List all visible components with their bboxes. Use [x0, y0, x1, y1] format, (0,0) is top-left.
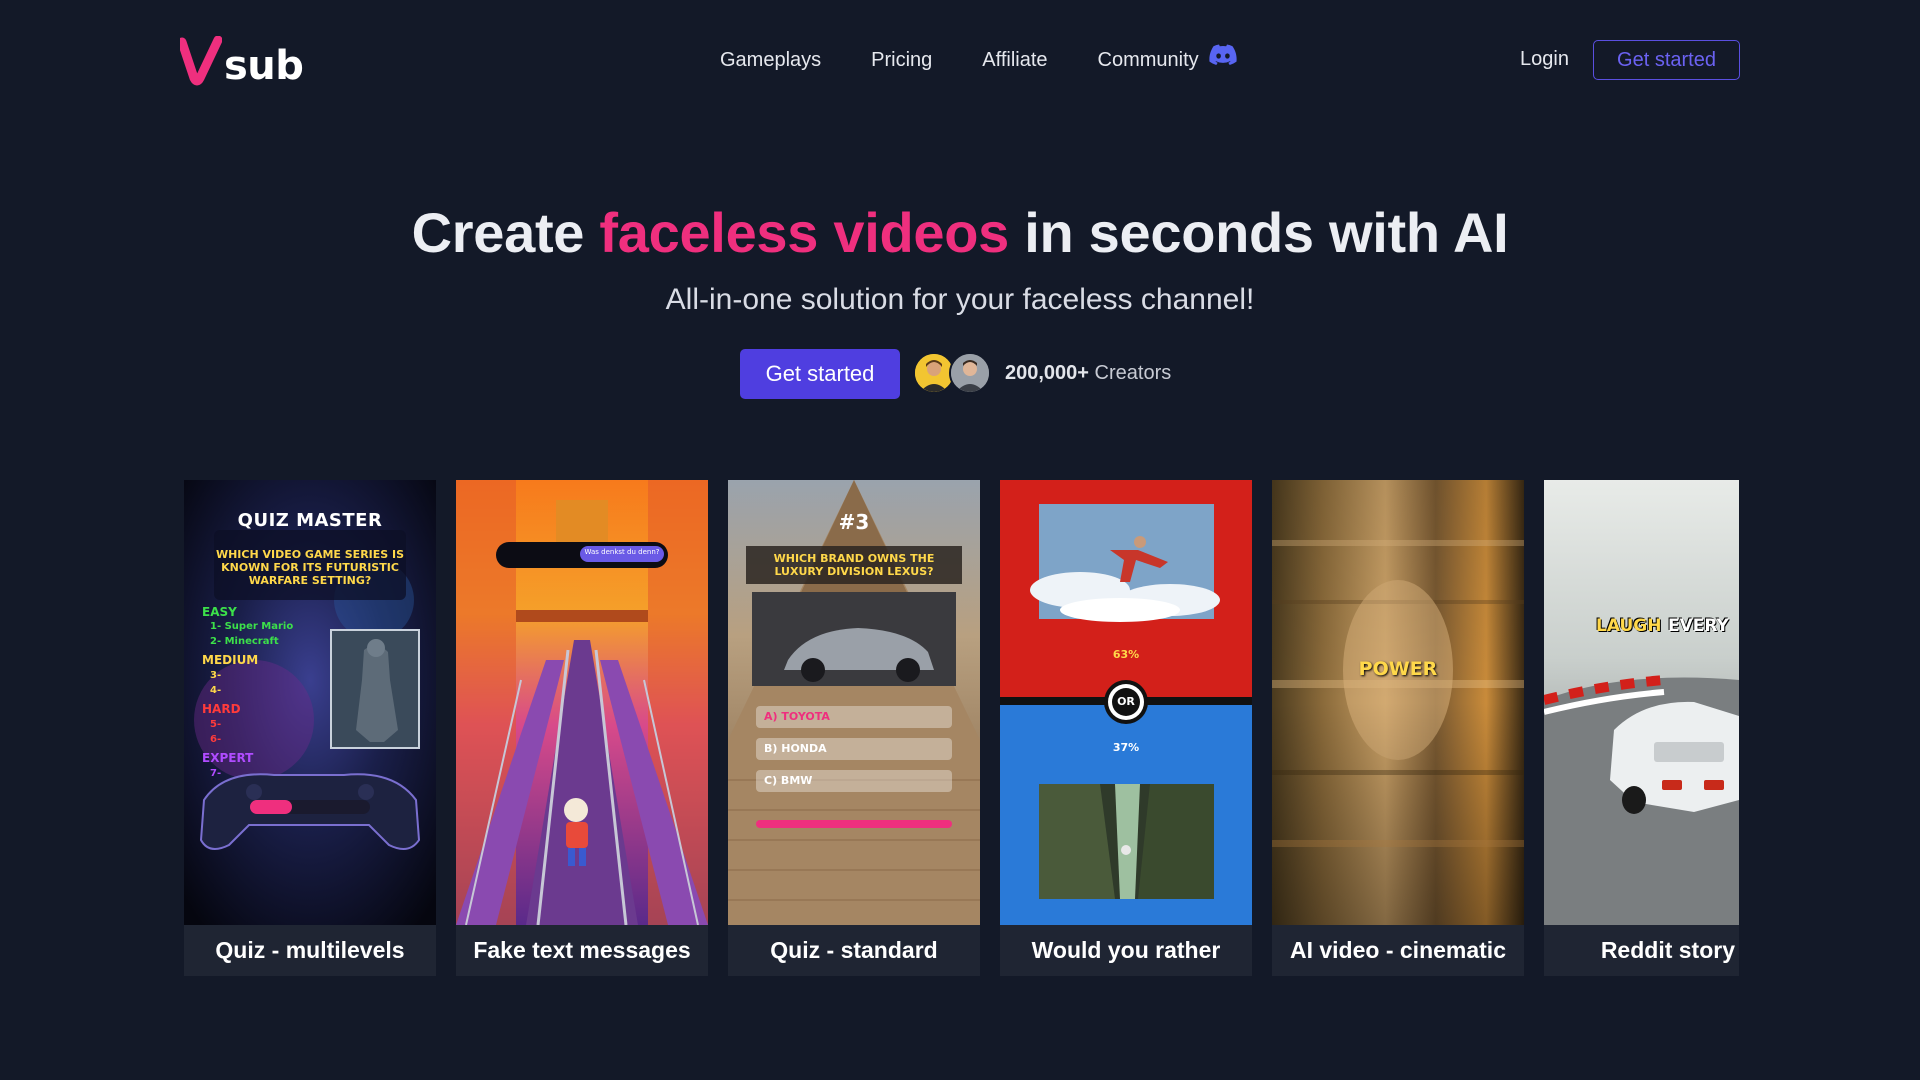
card-thumbnail: LAUGH EVERY [1544, 480, 1739, 925]
card-thumbnail: #3 WHICH BRAND OWNS THE LUXURY DIVISION … [728, 480, 980, 925]
cinematic-word: POWER [1358, 658, 1438, 680]
or-badge: OR [1117, 695, 1135, 708]
card-thumbnail: Was denkst du denn? [456, 480, 708, 925]
top-navbar: sub Gameplays Pricing Affiliate Communit… [0, 0, 1920, 120]
template-card-fake-text-messages[interactable]: Was denkst du denn? Fake text messages [456, 480, 708, 976]
reddit-caption-word-1: LAUGH [1596, 616, 1662, 636]
level-slot-7: 7- [210, 768, 222, 779]
quiz-question-line-1: WHICH BRAND OWNS THE [773, 552, 935, 565]
level-slot-6: 6- [210, 734, 222, 745]
quiz-question-line-2: LUXURY DIVISION LEXUS? [774, 565, 934, 578]
hero-title: Create faceless videos in seconds with A… [0, 198, 1920, 268]
level-easy: EASY [202, 605, 237, 619]
level-expert: EXPERT [202, 751, 254, 765]
hero-subtitle: All-in-one solution for your faceless ch… [665, 283, 1255, 316]
level-slot-3: 3- [210, 670, 222, 681]
quiz-option-c: C) BMW [764, 774, 813, 787]
hero-title-prefix: Create [411, 201, 585, 264]
quiz-question-line-1: WHICH VIDEO GAME SERIES IS [215, 548, 405, 561]
quiz-option-a: A) TOYOTA [764, 710, 830, 723]
nav-link-pricing[interactable]: Pricing [871, 45, 932, 75]
level-answer-2: 2- Minecraft [210, 636, 279, 647]
template-carousel: QUIZ MASTER WHICH VIDEO GAME SERIES IS K… [184, 480, 1740, 976]
card-caption: Reddit story [1544, 925, 1739, 976]
template-card-reddit-story[interactable]: LAUGH EVERY Reddit story [1544, 480, 1739, 976]
template-card-quiz-multilevels[interactable]: QUIZ MASTER WHICH VIDEO GAME SERIES IS K… [184, 480, 436, 976]
bottom-option-percent: 37% [1112, 741, 1140, 754]
quiz-master-title: QUIZ MASTER [237, 510, 383, 531]
nav-link-community[interactable]: Community [1098, 44, 1237, 75]
nav-link-community-label: Community [1097, 48, 1199, 71]
nav-link-gameplays[interactable]: Gameplays [720, 45, 821, 75]
chat-message-bubble: Was denkst du denn? [584, 548, 660, 556]
card-caption: Would you rather [1000, 925, 1252, 976]
creator-avatars [913, 352, 993, 394]
level-medium: MEDIUM [202, 653, 259, 667]
vsub-logo[interactable]: sub [180, 36, 304, 89]
nav-link-affiliate[interactable]: Affiliate [982, 45, 1047, 75]
login-link[interactable]: Login [1520, 44, 1569, 74]
discord-icon [1209, 44, 1237, 75]
quiz-number: #3 [838, 510, 870, 534]
card-caption: Quiz - multilevels [184, 925, 436, 976]
creators-label: Creators [1094, 362, 1172, 384]
template-card-quiz-standard[interactable]: #3 WHICH BRAND OWNS THE LUXURY DIVISION … [728, 480, 980, 976]
card-caption: Fake text messages [456, 925, 708, 976]
card-caption: AI video - cinematic [1272, 925, 1524, 976]
reddit-caption-word-2: EVERY [1668, 616, 1729, 636]
main-nav: Gameplays Pricing Affiliate Community [720, 44, 1237, 75]
avatar [949, 352, 991, 394]
level-slot-4: 4- [210, 685, 222, 696]
hero-title-accent: faceless videos [599, 201, 1009, 264]
top-option-percent: 63% [1112, 648, 1140, 661]
level-slot-5: 5- [210, 719, 222, 730]
template-card-would-you-rather[interactable]: 63% OR 37% Would you rather [1000, 480, 1252, 976]
card-thumbnail: POWER [1272, 480, 1524, 925]
quiz-question-line-3: WARFARE SETTING? [248, 574, 372, 587]
nav-get-started-button[interactable]: Get started [1593, 40, 1740, 80]
quiz-option-b: B) HONDA [764, 742, 827, 755]
quiz-question-line-2: KNOWN FOR ITS FUTURISTIC [221, 561, 399, 574]
card-thumbnail: 63% OR 37% [1000, 480, 1252, 925]
creators-count: 200,000+ Creators [1005, 360, 1171, 386]
template-card-ai-video-cinematic[interactable]: POWER AI video - cinematic [1272, 480, 1524, 976]
brand-text: sub [224, 43, 304, 89]
level-hard: HARD [202, 702, 241, 716]
hero-title-suffix: in seconds with AI [1024, 201, 1509, 264]
level-answer-1: 1- Super Mario [210, 621, 294, 632]
card-caption: Quiz - standard [728, 925, 980, 976]
hero-get-started-button[interactable]: Get started [740, 349, 900, 399]
card-thumbnail: QUIZ MASTER WHICH VIDEO GAME SERIES IS K… [184, 480, 436, 925]
vsub-logo-icon [180, 36, 222, 86]
creators-number: 200,000+ [1005, 362, 1089, 384]
